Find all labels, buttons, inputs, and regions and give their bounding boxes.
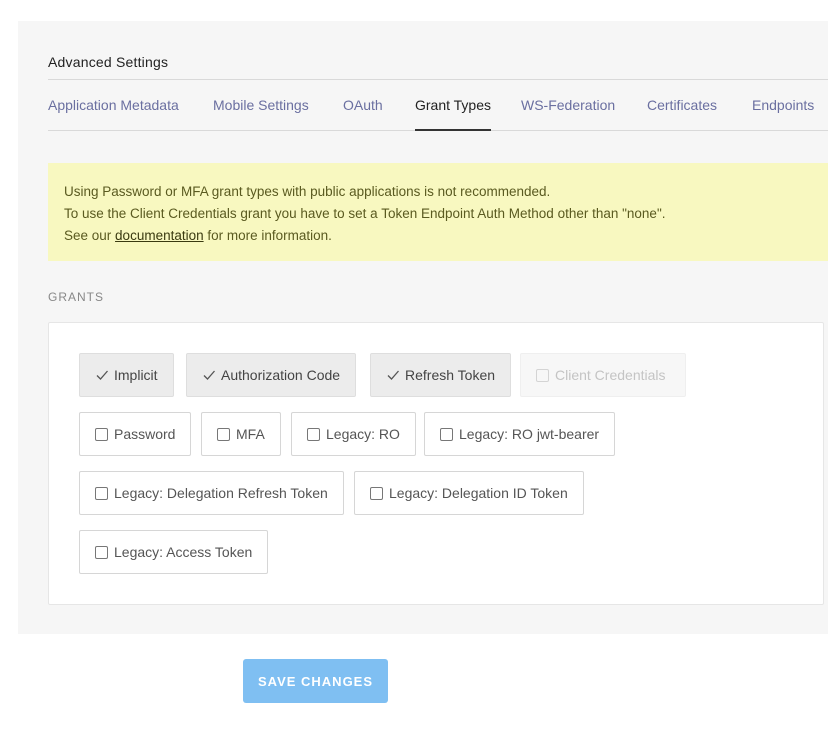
grant-label: Password [114,426,176,442]
grant-label: Refresh Token [405,367,496,383]
grant-legacy-ro-jwt-bearer[interactable]: Legacy: RO jwt-bearer [424,412,616,456]
grant-legacy-delegation-id-token[interactable]: Legacy: Delegation ID Token [354,471,584,515]
checkbox-icon [95,486,108,500]
grant-label: Implicit [114,367,158,383]
grant-implicit[interactable]: Implicit [79,353,174,397]
grant-label: Client Credentials [555,367,666,383]
checkbox-icon [95,427,108,441]
checkmark-icon [203,370,215,380]
grant-password[interactable]: Password [79,412,192,456]
grant-legacy-ro[interactable]: Legacy: RO [291,412,416,456]
checkbox-icon [440,427,453,441]
grant-label: MFA [236,426,265,442]
tab-mobile-settings[interactable]: Mobile Settings [213,80,309,130]
grant-label: Legacy: RO [326,426,400,442]
section-title: Advanced Settings [48,54,169,70]
tab-application-metadata[interactable]: Application Metadata [48,80,179,130]
tab-certificates[interactable]: Certificates [647,80,717,130]
checkbox-icon [536,368,549,382]
grant-label: Legacy: RO jwt-bearer [459,426,600,442]
checkmark-icon [387,370,399,380]
grants-label: GRANTS [48,290,105,304]
warning-alert: Using Password or MFA grant types with p… [48,163,828,261]
checkbox-icon [307,427,320,441]
documentation-link[interactable]: documentation [115,228,204,243]
grant-legacy-access-token[interactable]: Legacy: Access Token [79,530,269,574]
grant-label: Legacy: Delegation ID Token [389,485,568,501]
alert-line-3-prefix: See our [64,228,116,243]
tab-oauth[interactable]: OAuth [343,80,383,130]
grant-label: Authorization Code [221,367,341,383]
grant-label: Legacy: Delegation Refresh Token [114,485,328,501]
alert-line-3: See our documentation for more informati… [64,225,812,247]
grant-authorization-code[interactable]: Authorization Code [186,353,357,397]
advanced-settings-panel: Advanced Settings Application Metadata M… [18,21,828,634]
grant-legacy-delegation-refresh-token[interactable]: Legacy: Delegation Refresh Token [79,471,344,515]
tab-ws-federation[interactable]: WS-Federation [521,80,615,130]
grants-box: Implicit Authorization Code Refresh Toke… [48,322,824,605]
checkbox-icon [95,545,108,559]
save-changes-button[interactable]: SAVE CHANGES [243,659,388,703]
tab-grant-types[interactable]: Grant Types [415,80,492,131]
alert-line-1: Using Password or MFA grant types with p… [64,184,551,199]
grant-refresh-token[interactable]: Refresh Token [370,353,512,397]
checkbox-icon [217,427,230,441]
tab-bar: Application Metadata Mobile Settings OAu… [48,80,828,131]
alert-line-2: To use the Client Credentials grant you … [64,206,666,221]
grant-label: Legacy: Access Token [114,544,253,560]
checkmark-icon [96,370,108,380]
checkbox-icon [370,486,383,500]
grant-client-credentials: Client Credentials [520,353,686,397]
grant-mfa[interactable]: MFA [201,412,281,456]
tab-endpoints[interactable]: Endpoints [752,80,814,130]
alert-line-3-suffix: for more information. [203,228,332,243]
